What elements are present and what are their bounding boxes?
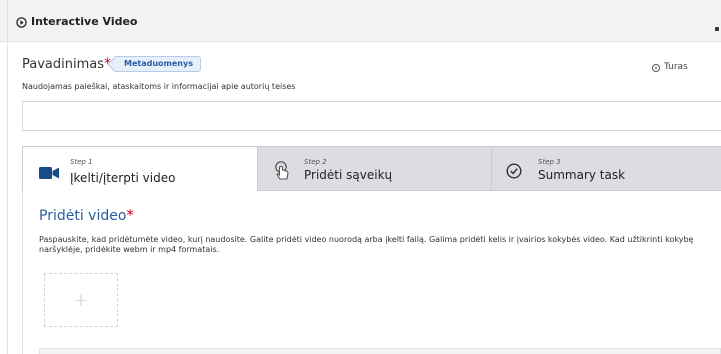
title-label-text: Pavadinimas — [22, 57, 104, 72]
tab-step-number: Step 1 — [70, 158, 93, 166]
tab-label: Pridėti sąveikų — [304, 168, 393, 182]
panel-border — [22, 191, 23, 354]
tab-step-1[interactable]: Step 1 Įkelti/įterpti video — [22, 146, 258, 191]
metadata-button[interactable]: Metaduomenys — [113, 56, 201, 72]
content-border — [7, 0, 8, 354]
tab-step-number: Step 2 — [304, 158, 327, 166]
editor-header: Interactive Video — [0, 0, 721, 42]
title-input[interactable] — [22, 101, 721, 131]
next-field-container — [39, 348, 721, 354]
tour-icon — [652, 63, 660, 72]
title-field-description: Naudojamas paieškai, ataskaitoms ir info… — [22, 82, 296, 91]
play-circle-icon — [16, 17, 27, 28]
plus-icon: + — [73, 289, 89, 311]
required-mark: * — [126, 206, 134, 224]
title-field-label: Pavadinimas* — [22, 56, 111, 73]
editor-title: Interactive Video — [31, 15, 138, 28]
tour-label: Turas — [664, 62, 688, 72]
check-circle-icon — [506, 163, 522, 179]
tab-step-3[interactable]: Step 3 Summary task — [492, 146, 721, 191]
tab-label: Įkelti/įterpti video — [70, 171, 176, 185]
section-description: Paspauskite, kad pridėtumėte video, kurį… — [39, 235, 694, 254]
video-camera-icon — [39, 167, 59, 179]
tab-label: Summary task — [538, 168, 626, 182]
collapse-icon[interactable] — [715, 27, 719, 31]
section-title: Pridėti video* — [39, 207, 134, 225]
tour-button[interactable]: Turas — [652, 62, 688, 73]
wizard-tabs: Step 1 Įkelti/įterpti video Step 2 Pridė… — [22, 146, 721, 191]
hand-pointer-icon — [275, 161, 289, 180]
tab-step-number: Step 3 — [538, 158, 561, 166]
tab-step-2[interactable]: Step 2 Pridėti sąveikų — [258, 146, 492, 191]
add-video-button[interactable]: + — [44, 273, 118, 327]
section-title-text: Pridėti video — [39, 208, 127, 224]
